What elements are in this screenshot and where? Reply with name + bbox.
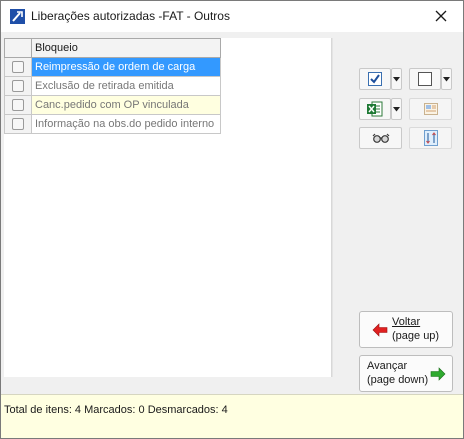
- check-all-button[interactable]: [359, 68, 391, 90]
- close-button[interactable]: [423, 1, 459, 31]
- window-title: Liberações autorizadas -FAT - Outros: [31, 9, 230, 23]
- row-label[interactable]: Informação na obs.do pedido interno: [31, 114, 221, 134]
- chevron-down-icon: [393, 76, 400, 81]
- report-button[interactable]: [409, 98, 452, 120]
- arrow-right-icon: [430, 367, 446, 381]
- excel-export-dropdown[interactable]: [391, 98, 402, 120]
- chevron-down-icon: [393, 106, 400, 111]
- table-row[interactable]: Informação na obs.do pedido interno: [4, 114, 221, 134]
- check-all-icon: [368, 72, 382, 86]
- uncheck-all-button[interactable]: [409, 68, 441, 90]
- excel-export-icon: [367, 101, 383, 117]
- column-header-bloqueio[interactable]: Bloqueio: [31, 38, 221, 58]
- row-label[interactable]: Exclusão de retirada emitida: [31, 76, 221, 96]
- back-label: Voltar: [392, 316, 421, 328]
- dialog-body: Bloqueio Reimpressão de ordem de carga E…: [1, 32, 463, 394]
- table-row[interactable]: Canc.pedido com OP vinculada: [4, 95, 221, 115]
- next-button[interactable]: Avançar (page down): [359, 355, 453, 392]
- title-bar: Liberações autorizadas -FAT - Outros: [1, 1, 463, 32]
- status-bar: Total de itens: 4 Marcados: 0 Desmarcado…: [1, 394, 463, 438]
- row-checkbox[interactable]: [12, 80, 24, 93]
- row-checkbox[interactable]: [12, 99, 24, 112]
- chevron-down-icon: [443, 76, 450, 81]
- back-button[interactable]: Voltar (page up): [359, 311, 453, 348]
- uncheck-all-icon: [418, 72, 432, 86]
- report-icon: [423, 103, 438, 115]
- table-row[interactable]: Exclusão de retirada emitida: [4, 76, 221, 96]
- app-icon: [10, 9, 25, 24]
- grid-scrollbar[interactable]: [332, 38, 346, 377]
- row-label[interactable]: Reimpressão de ordem de carga: [31, 57, 221, 77]
- view-button[interactable]: [359, 127, 402, 149]
- arrow-left-icon: [372, 323, 388, 337]
- next-label: Avançar: [367, 360, 408, 372]
- dialog-window: Liberações autorizadas -FAT - Outros Blo…: [0, 0, 464, 439]
- check-all-dropdown[interactable]: [391, 68, 402, 90]
- status-text: Total de itens: 4 Marcados: 0 Desmarcado…: [4, 404, 228, 416]
- uncheck-all-dropdown[interactable]: [441, 68, 452, 90]
- blocks-grid[interactable]: Bloqueio Reimpressão de ordem de carga E…: [4, 38, 332, 377]
- filter-icon: [423, 130, 438, 146]
- next-shortcut: (page down): [367, 374, 429, 386]
- row-checkbox[interactable]: [12, 118, 24, 131]
- filter-button[interactable]: [409, 127, 452, 149]
- grid-corner-header: [4, 38, 32, 58]
- glasses-icon: [372, 133, 389, 143]
- close-icon: [435, 10, 447, 22]
- excel-export-button[interactable]: [359, 98, 391, 120]
- row-label[interactable]: Canc.pedido com OP vinculada: [31, 95, 221, 115]
- row-checkbox[interactable]: [12, 61, 24, 74]
- table-row[interactable]: Reimpressão de ordem de carga: [4, 57, 221, 77]
- back-shortcut: (page up): [392, 330, 440, 342]
